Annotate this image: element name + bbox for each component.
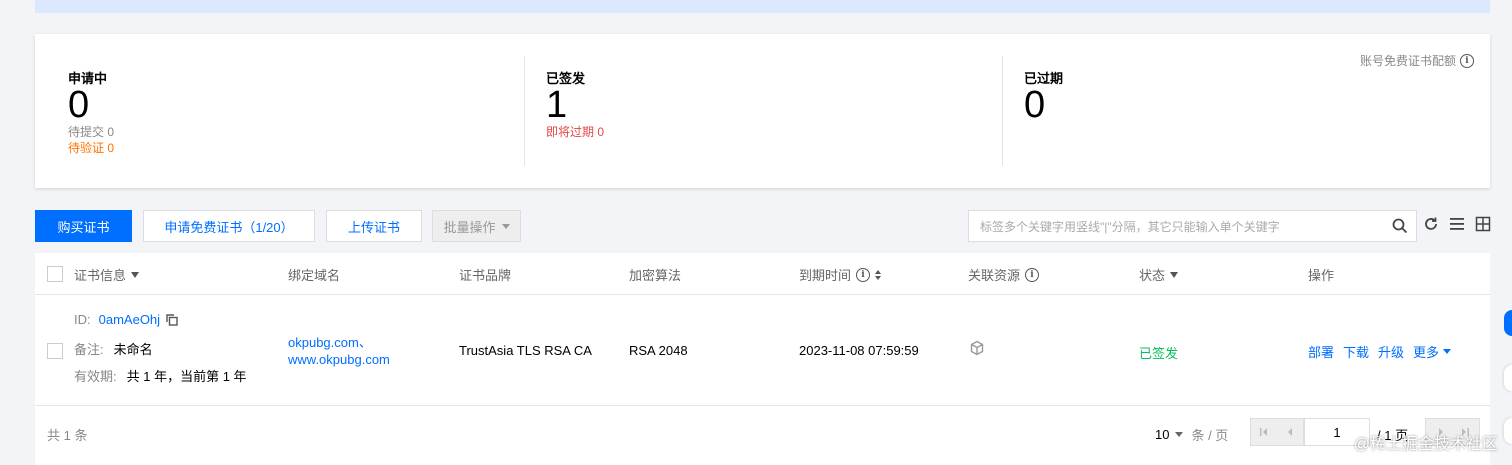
- stat-pending-verify[interactable]: 待验证 0: [68, 140, 524, 156]
- stat-issued-title: 已签发: [546, 71, 586, 86]
- search-icon[interactable]: [1392, 218, 1408, 234]
- column-domain: 绑定域名: [288, 268, 341, 283]
- table-footer: 共 1 条 10 条 / 页 1 / 1 页: [35, 407, 1490, 465]
- info-icon[interactable]: i: [856, 267, 871, 282]
- first-page-icon[interactable]: [1259, 427, 1269, 437]
- prev-page-icon[interactable]: [1285, 427, 1295, 437]
- top-banner: [35, 0, 1490, 13]
- page-size-value: 10: [1155, 427, 1170, 442]
- batch-operation-label: 批量操作: [443, 219, 496, 235]
- column-status-label: 状态: [1139, 268, 1166, 283]
- column-resources: 关联资源 i: [968, 265, 1040, 284]
- stat-pending-submit[interactable]: 待提交 0: [68, 124, 524, 140]
- select-all-checkbox[interactable]: [47, 266, 63, 282]
- free-quota-label: 账号免费证书配额: [1359, 54, 1456, 68]
- side-tool-button[interactable]: [1504, 418, 1512, 444]
- cert-validity-label: 有效期:: [74, 369, 117, 384]
- cert-remark: 未命名: [113, 342, 153, 357]
- stat-issued: 已签发 1 即将过期 0: [524, 56, 1002, 166]
- certificate-stats-card: 申请中 0 待提交 0 待验证 0 已签发 1 即将过期 0 已过期 0 账号免…: [35, 34, 1490, 188]
- total-count: 共 1 条: [47, 428, 88, 443]
- status-badge: 已签发: [1139, 346, 1179, 361]
- grid-view-icon[interactable]: [1475, 216, 1491, 232]
- side-help-button[interactable]: [1504, 310, 1512, 336]
- pager-prev-group: [1250, 418, 1304, 446]
- column-expire-label: 到期时间: [799, 268, 852, 283]
- cert-expire-time: 2023-11-08 07:59:59: [799, 343, 919, 358]
- info-icon[interactable]: i: [1460, 53, 1474, 68]
- stat-applying-count[interactable]: 0: [68, 86, 524, 124]
- column-brand: 证书品牌: [459, 268, 512, 283]
- stat-expired-count[interactable]: 0: [1024, 86, 1490, 124]
- stat-expired-title: 已过期: [1024, 71, 1064, 86]
- chevron-down-icon: [1175, 432, 1184, 437]
- watermark: @稀土掘金技术社区: [1353, 436, 1498, 453]
- cert-remark-line: 备注: 未命名: [74, 339, 153, 358]
- cert-id-line: ID: 0amAeOhj: [74, 312, 178, 327]
- column-cert-info-label: 证书信息: [74, 268, 127, 283]
- column-cert-info: 证书信息: [74, 265, 140, 284]
- domain-link[interactable]: www.okpubg.com: [288, 351, 390, 368]
- refresh-icon[interactable]: [1423, 216, 1439, 232]
- upload-certificate-button[interactable]: 上传证书: [326, 210, 422, 242]
- copy-icon[interactable]: [166, 313, 178, 326]
- table-header: 证书信息 绑定域名 证书品牌 加密算法 到期时间 i 关联资源 i 状态 操作: [35, 253, 1490, 295]
- certificate-table: 证书信息 绑定域名 证书品牌 加密算法 到期时间 i 关联资源 i 状态 操作 ID…: [35, 253, 1490, 465]
- column-expire: 到期时间 i: [799, 265, 882, 284]
- cert-validity-line: 有效期: 共 1 年，当前第 1 年: [74, 366, 247, 385]
- column-actions: 操作: [1308, 268, 1335, 283]
- bound-domains[interactable]: okpubg.com、 www.okpubg.com: [288, 334, 390, 368]
- chevron-down-icon: [1443, 349, 1452, 354]
- free-quota[interactable]: 账号免费证书配额 i: [1360, 52, 1474, 69]
- stat-expiring-soon[interactable]: 即将过期 0: [546, 124, 1002, 140]
- cert-id-link[interactable]: 0amAeOhj: [99, 312, 160, 327]
- info-icon[interactable]: i: [1025, 267, 1040, 282]
- page-size-select[interactable]: 10 条 / 页: [1155, 425, 1228, 444]
- chevron-down-icon: [501, 223, 510, 229]
- cert-validity: 共 1 年，当前第 1 年: [126, 369, 247, 384]
- buy-certificate-button[interactable]: 购买证书: [35, 210, 132, 242]
- search-placeholder: 标签多个关键字用竖线"|"分隔，其它只能输入单个关键字: [980, 219, 1280, 234]
- view-tools: [1423, 216, 1491, 232]
- batch-operation-dropdown[interactable]: 批量操作: [432, 210, 521, 242]
- cert-brand: TrustAsia TLS RSA CA: [459, 343, 592, 358]
- sort-icon[interactable]: [875, 269, 882, 280]
- search-input[interactable]: 标签多个关键字用竖线"|"分隔，其它只能输入单个关键字: [968, 210, 1417, 242]
- row-actions: 部署 下载 升级 更多: [1308, 342, 1452, 361]
- toolbar: 购买证书 申请免费证书（1/20） 上传证书 批量操作 标签多个关键字用竖线"|…: [35, 210, 1491, 242]
- per-page-label: 条 / 页: [1191, 428, 1229, 443]
- filter-icon[interactable]: [131, 271, 140, 278]
- column-status: 状态: [1139, 265, 1179, 284]
- download-button[interactable]: 下载: [1343, 342, 1369, 361]
- upgrade-button[interactable]: 升级: [1378, 342, 1404, 361]
- stat-applying-title: 申请中: [68, 71, 108, 86]
- domain-link[interactable]: okpubg.com、: [288, 334, 390, 351]
- list-view-icon[interactable]: [1449, 216, 1465, 232]
- cert-id-label: ID:: [74, 312, 91, 327]
- cert-remark-label: 备注:: [74, 342, 104, 357]
- stat-applying: 申请中 0 待提交 0 待验证 0: [35, 56, 524, 166]
- row-checkbox[interactable]: [47, 343, 63, 359]
- more-label: 更多: [1413, 345, 1440, 360]
- cube-icon[interactable]: [969, 340, 985, 356]
- more-dropdown[interactable]: 更多: [1413, 342, 1452, 361]
- stat-expired: 已过期 0: [1002, 56, 1490, 166]
- stat-issued-count[interactable]: 1: [546, 86, 1002, 124]
- table-row: ID: 0amAeOhj 备注: 未命名 有效期: 共 1 年，当前第 1 年 …: [35, 296, 1490, 406]
- filter-icon[interactable]: [1170, 271, 1179, 278]
- column-resources-label: 关联资源: [968, 268, 1021, 283]
- deploy-button[interactable]: 部署: [1308, 342, 1334, 361]
- column-algorithm: 加密算法: [629, 268, 682, 283]
- cert-algorithm: RSA 2048: [629, 343, 688, 358]
- side-tool-button[interactable]: [1504, 365, 1512, 391]
- apply-free-certificate-button[interactable]: 申请免费证书（1/20）: [143, 210, 315, 242]
